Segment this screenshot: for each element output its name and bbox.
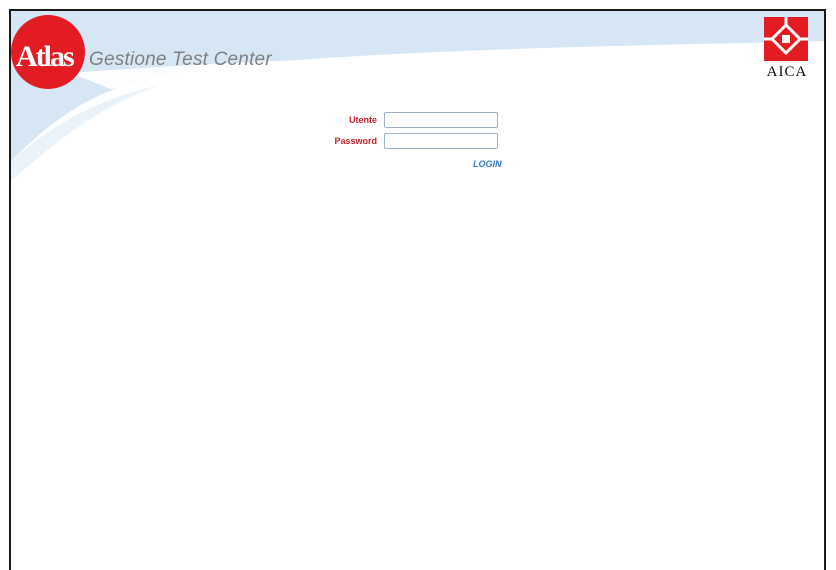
password-row: Password	[301, 133, 511, 151]
password-label: Password	[334, 136, 377, 146]
user-input[interactable]	[384, 112, 498, 128]
user-row: Utente	[301, 112, 511, 130]
aica-logo	[764, 17, 808, 61]
user-label: Utente	[348, 115, 377, 125]
browser-viewport: Atlas Gestione Test Center AICA Utente P…	[9, 9, 826, 570]
header-background	[11, 11, 824, 181]
password-input[interactable]	[384, 133, 498, 149]
atlas-logo-wordmark: Atlas	[16, 40, 74, 73]
login-button[interactable]: LOGIN	[473, 159, 502, 169]
app-subtitle: Gestione Test Center	[89, 49, 272, 70]
page: Atlas Gestione Test Center AICA Utente P…	[0, 0, 836, 570]
aica-wordmark: AICA	[766, 64, 808, 80]
